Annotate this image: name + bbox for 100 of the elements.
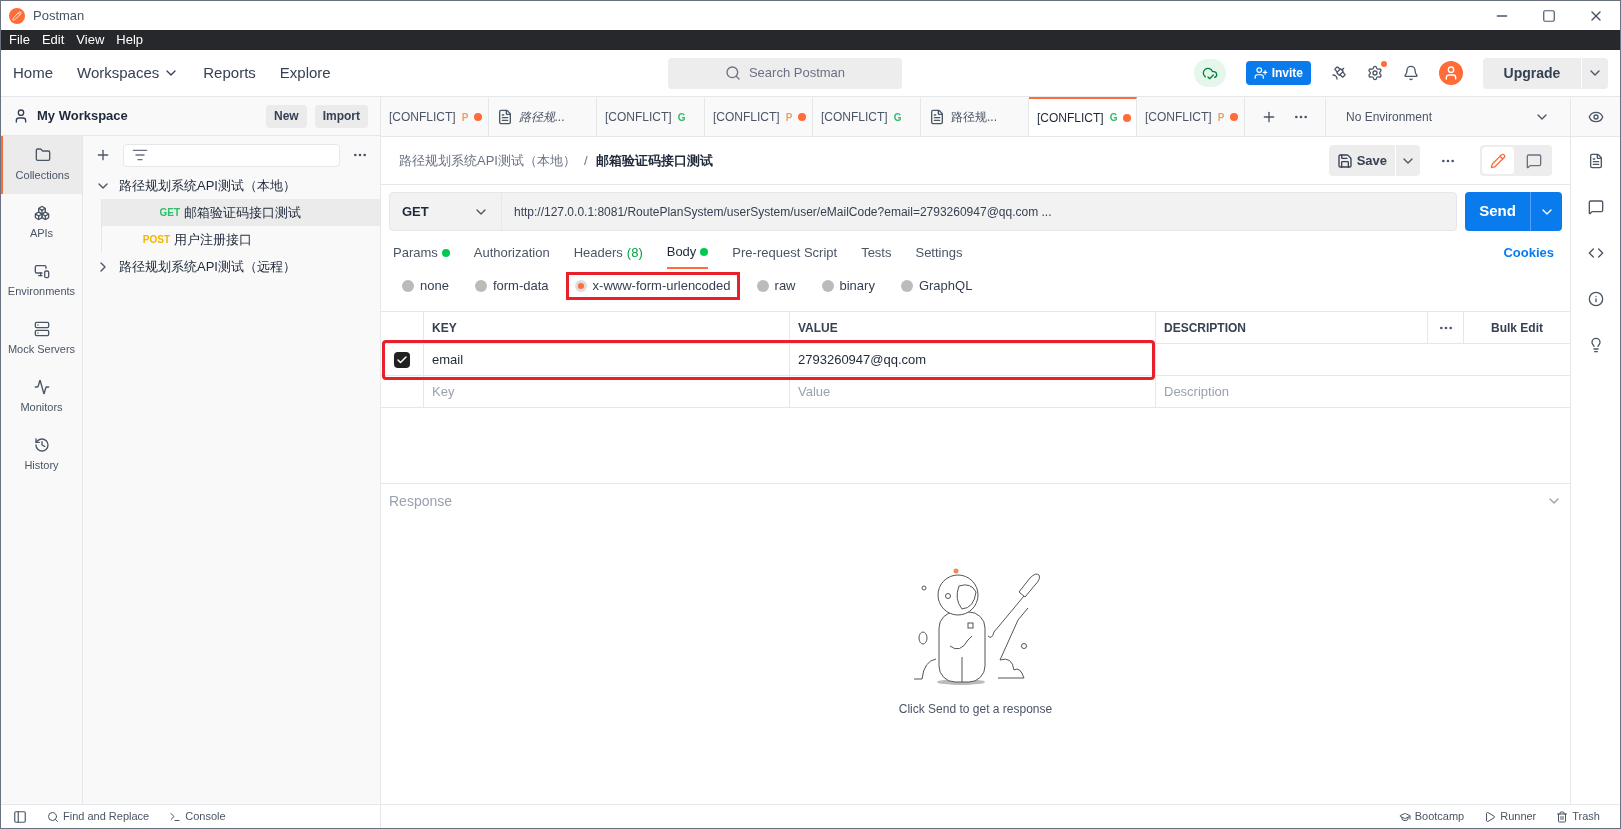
breadcrumb-separator: / (583, 151, 588, 170)
tab-label: [CONFLICT] (1145, 109, 1212, 126)
sidebar-item[interactable]: Collections (1, 136, 82, 194)
history-icon (33, 436, 50, 453)
folder-icon (34, 146, 51, 163)
bulk-edit-link[interactable]: Bulk Edit (1464, 312, 1570, 343)
tab-label: [CONFLICT] (821, 109, 888, 126)
menu-item[interactable]: View (76, 30, 105, 50)
user-plus-icon (1253, 66, 1268, 80)
nav-link[interactable]: Workspaces (77, 61, 160, 85)
nav-link[interactable]: Reports (203, 61, 256, 85)
body-type-radio[interactable]: raw (747, 272, 805, 300)
request-option-tab[interactable]: Headers (8) (573, 237, 643, 269)
body-type-radio[interactable]: x-www-form-urlencoded (565, 272, 740, 300)
nav-link[interactable]: Home (13, 61, 53, 85)
comment-icon[interactable] (1587, 199, 1604, 215)
tab-label: [CONFLICT] (605, 109, 672, 126)
tab-label: [CONFLICT] (713, 109, 780, 126)
collection-item[interactable]: 路径规划系统API测试（本地） (83, 172, 380, 199)
body-type-radio[interactable]: form-data (465, 272, 558, 300)
body-type-radio[interactable]: none (393, 272, 458, 300)
nav-link[interactable]: Explore (279, 61, 331, 85)
settings-icon[interactable] (1367, 65, 1383, 81)
breadcrumb-parent[interactable]: 路径规划系统API测试（本地） (399, 150, 576, 171)
collection-item[interactable]: 路径规划系统API测试（远程） (83, 253, 380, 280)
user-icon (13, 108, 29, 124)
mortarboard-icon (1398, 810, 1411, 823)
status-link[interactable]: Bootcamp (1414, 808, 1465, 825)
tab-label: [CONFLICT] (1037, 109, 1104, 127)
sidebar-item[interactable]: Monitors (1, 368, 82, 426)
request-option-tab[interactable]: Body (666, 237, 709, 269)
documentation-icon[interactable] (1587, 153, 1604, 169)
tab-label: 路径规... (519, 109, 565, 126)
collection-name: 路径规划系统API测试（远程） (119, 257, 296, 276)
body-type-radio[interactable]: binary (812, 272, 884, 300)
document-icon (929, 109, 945, 125)
comment-icon (1526, 152, 1542, 169)
search-field[interactable]: Search Postman (668, 57, 902, 89)
workspace-button[interactable]: Import (314, 104, 368, 128)
environment-select[interactable]: No Environment (1326, 98, 1570, 136)
upgrade-button[interactable]: Upgrade (1483, 57, 1581, 89)
save-button[interactable]: Save (1328, 145, 1395, 176)
menu-item[interactable]: Edit (41, 30, 65, 50)
request-option-tab[interactable]: Settings (915, 237, 963, 269)
status-link[interactable]: Runner (1500, 808, 1537, 825)
method-letter: P (461, 110, 469, 125)
tab-label: 路径规... (951, 109, 997, 126)
sidebar-item[interactable]: Environments (1, 252, 82, 310)
new-tab-icon[interactable] (1261, 109, 1277, 125)
sidebar-item[interactable]: Mock Servers (1, 310, 82, 368)
request-name: 邮箱验证码接口测试 (184, 203, 301, 222)
sidebar-item[interactable]: APIs (1, 194, 82, 252)
send-button[interactable]: Send (1465, 192, 1530, 231)
status-link[interactable]: Trash (1572, 808, 1600, 825)
filter-field[interactable] (123, 143, 340, 167)
maximize-icon[interactable] (1542, 8, 1556, 23)
value-cell[interactable]: 2793260947@qq.com (790, 344, 1156, 375)
request-name: 用户注册接口 (174, 230, 252, 249)
key-cell[interactable]: email (424, 344, 790, 375)
workspace-button[interactable]: New (265, 104, 307, 128)
save-icon (1336, 152, 1353, 169)
search-placeholder: Search Postman (748, 64, 846, 83)
column-header: VALUE (790, 312, 1156, 343)
sidebar-item[interactable]: History (1, 426, 82, 484)
count-label: (8) (626, 244, 643, 263)
status-link[interactable]: Find and Replace (63, 808, 150, 825)
row-checkbox[interactable] (394, 351, 410, 368)
menu-item[interactable]: Help (116, 30, 144, 50)
method-letter: P (1217, 110, 1225, 125)
request-option-tab[interactable]: Pre-request Script (732, 237, 838, 269)
method-label: GET (158, 206, 180, 220)
invite-button[interactable]: Invite (1245, 61, 1311, 85)
satellite-icon[interactable] (1331, 65, 1347, 81)
request-tab[interactable]: [CONFLICT] G (1029, 97, 1137, 136)
sidebar-toggle-icon[interactable] (13, 809, 27, 824)
status-link[interactable]: Console (185, 808, 226, 825)
eye-icon[interactable] (1587, 109, 1604, 125)
info-icon[interactable] (1587, 291, 1604, 307)
request-option-tab[interactable]: Params (393, 237, 450, 269)
cloud-check-icon (1201, 65, 1218, 81)
add-icon[interactable] (95, 147, 111, 163)
document-icon (497, 109, 513, 125)
search-icon (724, 65, 741, 81)
trash-icon (1556, 810, 1569, 823)
request-item[interactable]: GET 邮箱验证码接口测试 (101, 199, 380, 226)
terminal-icon (169, 810, 182, 823)
cookies-link[interactable]: Cookies (1503, 243, 1558, 263)
menu-item[interactable]: File (9, 30, 30, 50)
pulse-icon (33, 378, 50, 395)
request-item[interactable]: POST 用户注册接口 (101, 226, 380, 253)
request-option-tab[interactable]: Authorization (473, 237, 550, 269)
body-type-radio[interactable]: GraphQL (891, 272, 982, 300)
mode-toggle[interactable] (1482, 147, 1514, 174)
avatar[interactable] (1439, 61, 1463, 85)
sync-status[interactable] (1193, 59, 1226, 87)
play-icon (1484, 810, 1497, 823)
request-option-tab[interactable]: Tests (861, 237, 892, 269)
code-icon[interactable] (1587, 245, 1604, 261)
bell-icon[interactable] (1403, 65, 1419, 81)
sidebar-label: Monitors (20, 399, 63, 415)
